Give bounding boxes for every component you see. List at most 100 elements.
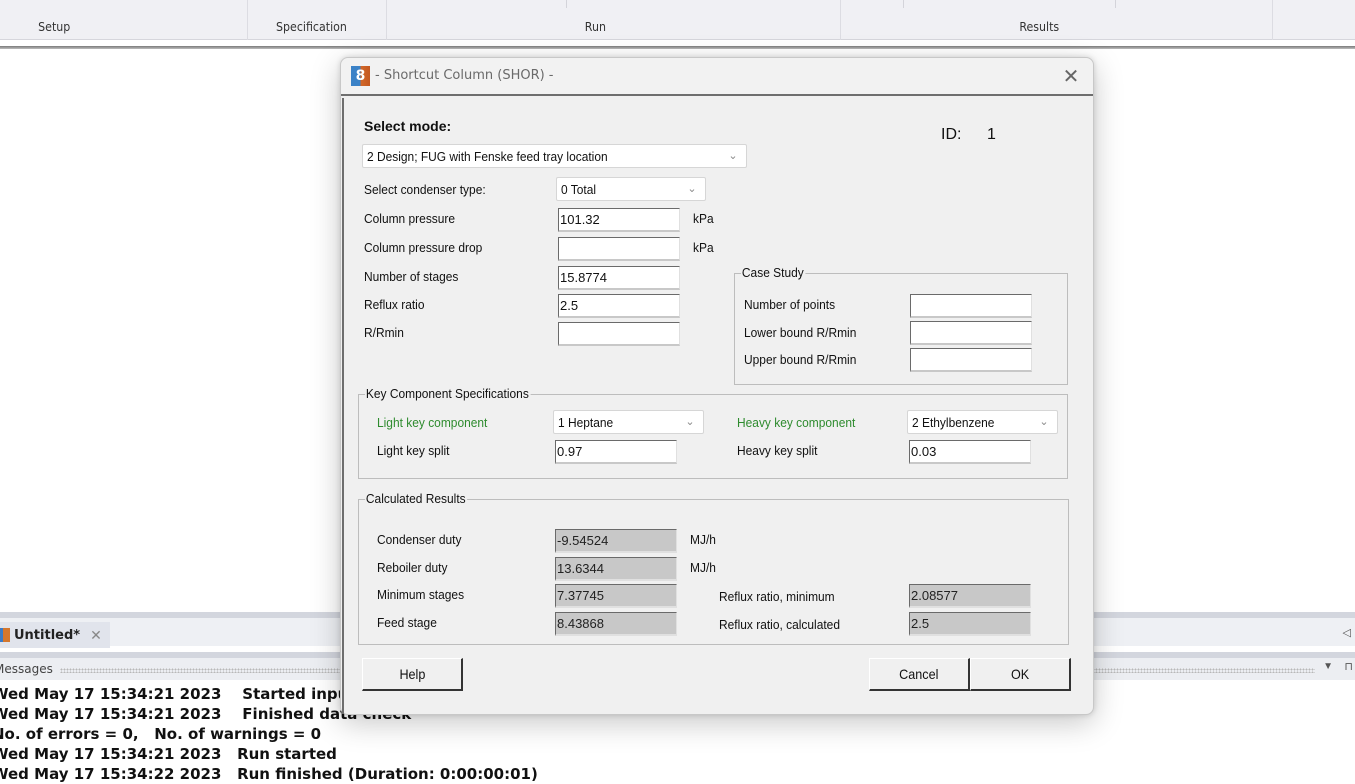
stages-label: Number of stages xyxy=(364,269,459,284)
heavy-split-input[interactable] xyxy=(909,440,1031,464)
mode-select[interactable]: 2 Design; FUG with Fenske feed tray loca… xyxy=(362,144,747,168)
pin-icon[interactable]: ⊓ xyxy=(1344,660,1353,673)
dropdown-icon[interactable]: ▼ xyxy=(1323,661,1333,672)
reflux-ratio-input[interactable] xyxy=(558,294,680,318)
heavy-key-select[interactable]: 2 Ethylbenzene ⌄ xyxy=(907,410,1058,434)
reflux-calc-field xyxy=(910,613,1030,634)
ribbon-group-specification: Specification xyxy=(248,0,387,40)
document-tab-untitled[interactable]: Untitled* ✕ xyxy=(0,622,110,648)
condenser-type-label: Select condenser type: xyxy=(364,182,486,197)
ribbon-group-run: Run xyxy=(387,0,841,40)
feed-stage-field xyxy=(556,613,676,634)
app-icon: 8 xyxy=(351,66,370,86)
light-split-label: Light key split xyxy=(377,443,450,458)
column-pressure-label: Column pressure xyxy=(364,211,456,226)
min-stages-field xyxy=(556,585,676,606)
key-components-group: Key Component Specifications Light key c… xyxy=(358,386,1068,479)
close-tab-icon[interactable]: ✕ xyxy=(90,627,102,644)
condenser-type-select[interactable]: 0 Total ⌄ xyxy=(556,177,706,201)
pressure-drop-label: Column pressure drop xyxy=(364,240,483,255)
upper-bound-label: Upper bound R/Rmin xyxy=(744,352,857,367)
lower-bound-field[interactable] xyxy=(911,322,1031,343)
feed-stage-label: Feed stage xyxy=(377,615,437,630)
column-pressure-field[interactable] xyxy=(559,209,679,230)
stages-field[interactable] xyxy=(559,267,679,288)
case-study-legend: Case Study xyxy=(741,265,806,280)
reboiler-duty-field xyxy=(556,558,676,579)
ribbon-group-setup: Setup xyxy=(0,0,248,40)
help-button[interactable]: Help xyxy=(362,658,463,691)
ribbon: Setup Specification Run Results xyxy=(0,0,1355,40)
mode-select-value: 2 Design; FUG with Fenske feed tray loca… xyxy=(367,149,608,164)
select-mode-label: Select mode: xyxy=(364,118,452,134)
rrmin-field[interactable] xyxy=(559,323,679,344)
points-label: Number of points xyxy=(744,297,836,312)
points-input[interactable] xyxy=(910,294,1032,318)
case-study-group: Case Study Number of points Lower bound … xyxy=(734,265,1068,385)
lower-bound-input[interactable] xyxy=(910,321,1032,345)
upper-bound-input[interactable] xyxy=(910,348,1032,372)
message-line: Wed May 17 15:34:22 2023 Run finished (D… xyxy=(0,765,538,783)
scroll-left-icon[interactable]: ◁ xyxy=(1343,626,1351,639)
help-button-label: Help xyxy=(399,666,425,682)
pressure-drop-unit: kPa xyxy=(693,240,714,255)
ribbon-divider xyxy=(0,46,1355,49)
light-key-select[interactable]: 1 Heptane ⌄ xyxy=(553,410,704,434)
column-pressure-input[interactable] xyxy=(558,208,680,232)
ribbon-group-label: Run xyxy=(584,20,606,34)
light-split-field[interactable] xyxy=(556,441,676,462)
light-key-label: Light key component xyxy=(377,415,488,430)
dialog-title: - Shortcut Column (SHOR) - xyxy=(375,68,554,83)
reflux-min-field xyxy=(910,585,1030,606)
rrmin-label: R/Rmin xyxy=(364,325,404,340)
heavy-split-label: Heavy key split xyxy=(737,443,818,458)
reflux-min-output xyxy=(909,584,1031,608)
pressure-drop-input[interactable] xyxy=(558,237,680,261)
condenser-duty-label: Condenser duty xyxy=(377,532,462,547)
dialog-body: Select mode: 2 Design; FUG with Fenske f… xyxy=(342,98,1094,714)
heavy-split-field[interactable] xyxy=(910,441,1030,462)
ribbon-separator xyxy=(1115,0,1116,8)
id-label: ID: xyxy=(941,126,962,143)
message-line: Wed May 17 15:34:21 2023 Run started xyxy=(0,745,337,763)
app-icon xyxy=(0,628,10,642)
chevron-down-icon: ⌄ xyxy=(728,150,738,162)
ok-button[interactable]: OK xyxy=(970,658,1071,691)
app-icon-glyph: 8 xyxy=(355,68,366,84)
min-stages-label: Minimum stages xyxy=(377,587,465,602)
ok-button-label: OK xyxy=(1010,666,1030,682)
dialog-titlebar[interactable]: 8 - Shortcut Column (SHOR) - ✕ xyxy=(341,58,1093,96)
chevron-down-icon: ⌄ xyxy=(685,416,695,428)
reflux-calc-output xyxy=(909,612,1031,636)
cancel-button[interactable]: Cancel xyxy=(869,658,970,691)
reboiler-duty-output xyxy=(555,557,677,581)
calculated-results-group: Calculated Results Condenser duty MJ/h R… xyxy=(358,491,1069,645)
id-value: 1 xyxy=(987,126,996,143)
chevron-down-icon: ⌄ xyxy=(1039,416,1049,428)
light-key-value: 1 Heptane xyxy=(558,415,614,430)
reflux-ratio-label: Reflux ratio xyxy=(364,297,425,312)
min-stages-output xyxy=(555,584,677,608)
points-field[interactable] xyxy=(911,295,1031,316)
reflux-min-label: Reflux ratio, minimum xyxy=(719,589,835,604)
stages-input[interactable] xyxy=(558,266,680,290)
reboiler-duty-unit: MJ/h xyxy=(690,560,716,575)
light-split-input[interactable] xyxy=(555,440,677,464)
message-line: No. of errors = 0, No. of warnings = 0 xyxy=(0,725,322,743)
ribbon-separator xyxy=(903,0,904,8)
cancel-button-label: Cancel xyxy=(899,666,939,682)
column-pressure-unit: kPa xyxy=(693,211,714,226)
document-tab-label: Untitled* xyxy=(14,627,81,643)
reflux-ratio-field[interactable] xyxy=(559,295,679,316)
upper-bound-field[interactable] xyxy=(911,349,1031,370)
heavy-key-label: Heavy key component xyxy=(737,415,856,430)
messages-panel-title: Messages xyxy=(0,662,53,676)
reboiler-duty-label: Reboiler duty xyxy=(377,560,448,575)
close-icon[interactable]: ✕ xyxy=(1059,64,1083,88)
ribbon-separator xyxy=(566,0,567,8)
rrmin-input[interactable] xyxy=(558,322,680,346)
chevron-down-icon: ⌄ xyxy=(687,183,697,195)
lower-bound-label: Lower bound R/Rmin xyxy=(744,325,857,340)
pressure-drop-field[interactable] xyxy=(559,238,679,259)
key-components-legend: Key Component Specifications xyxy=(365,386,531,401)
